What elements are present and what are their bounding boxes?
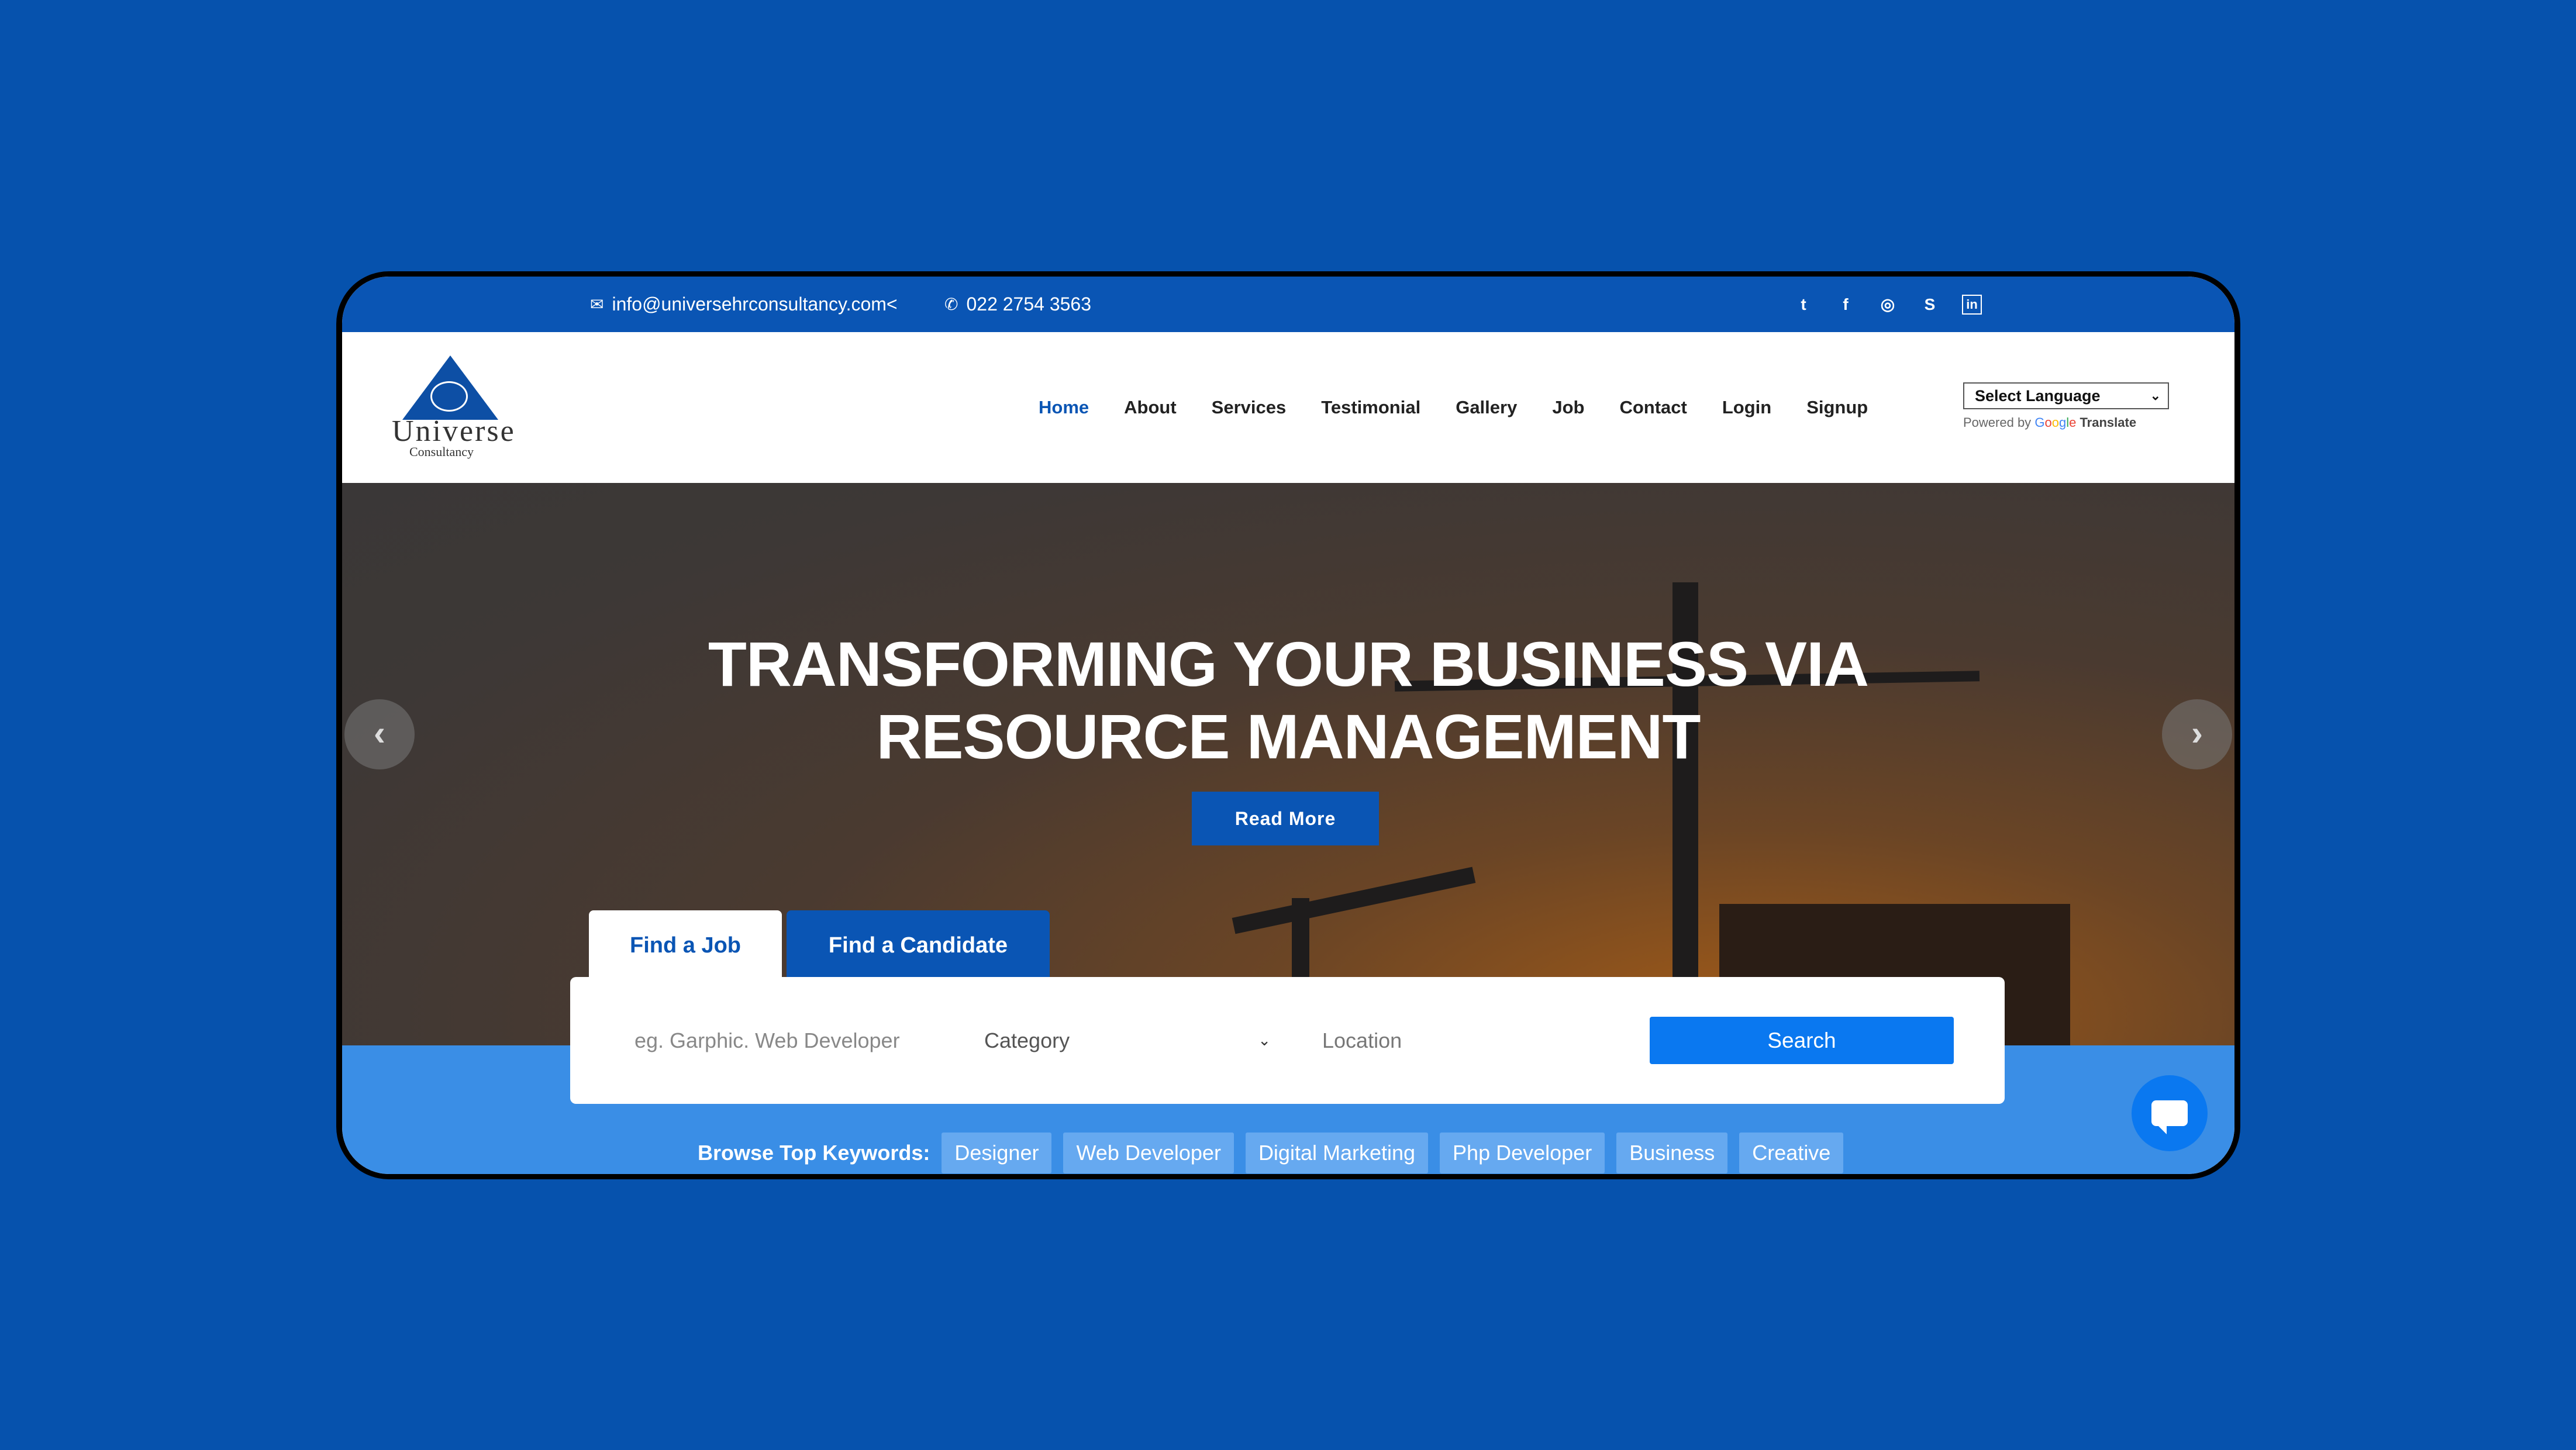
nav-testimonial[interactable]: Testimonial [1321,397,1420,418]
social-links: t f ◎ S in [1794,277,1982,332]
tab-find-a-candidate[interactable]: Find a Candidate [787,910,1050,981]
instagram-icon[interactable]: ◎ [1878,295,1898,315]
top-bar: ✉ info@universehrconsultancy.com< ✆ 022 … [342,277,2234,332]
nav-login[interactable]: Login [1722,397,1771,418]
chevron-down-icon: ⌄ [1258,1031,1271,1049]
hero-title: TRANSFORMING YOUR BUSINESS VIA RESOURCE … [342,628,2234,773]
keyword-tag[interactable]: Business [1616,1133,1728,1173]
logo-subtitle: Consultancy [409,444,474,459]
keyword-tag[interactable]: Php Developer [1440,1133,1605,1173]
powered-by: Powered by Google Translate [1963,415,2169,430]
keyword-tag[interactable]: Designer [942,1133,1052,1173]
nav-gallery[interactable]: Gallery [1456,397,1517,418]
hero-title-line2: RESOURCE MANAGEMENT [876,701,1701,772]
email-text: info@universehrconsultancy.com< [612,294,898,315]
top-keywords-label: Browse Top Keywords: [698,1141,930,1165]
nav-about[interactable]: About [1124,397,1177,418]
linkedin-icon[interactable]: in [1962,294,1982,315]
skype-icon[interactable]: S [1920,295,1940,315]
nav-home[interactable]: Home [1039,397,1089,418]
logo-wordmark: Universe [392,415,516,448]
category-select[interactable]: Category ⌄ [984,977,1271,1104]
main-navbar: Universe Consultancy Home About Services… [342,332,2234,483]
top-keywords: Browse Top Keywords: Designer Web Develo… [698,1133,1855,1173]
search-button[interactable]: Search [1650,1017,1954,1064]
device-frame: ✉ info@universehrconsultancy.com< ✆ 022 … [336,271,2240,1179]
site-logo[interactable]: Universe Consultancy [392,355,514,461]
crane-jib-small [1232,866,1476,934]
keyword-input[interactable]: eg. Garphic. Web Developer [634,977,921,1104]
chevron-left-icon[interactable]: ‹ [344,699,415,769]
mail-icon: ✉ [590,295,604,313]
nav-services[interactable]: Services [1212,397,1287,418]
read-more-button[interactable]: Read More [1192,792,1379,845]
facebook-icon[interactable]: f [1836,295,1856,315]
translate-link[interactable]: Translate [2080,415,2136,430]
phone-text: 022 2754 3563 [966,294,1092,315]
phone-contact[interactable]: ✆ 022 2754 3563 [944,277,1091,332]
keyword-tag[interactable]: Digital Marketing [1245,1133,1429,1173]
google-translate-widget: Select Language ⌄ Powered by Google Tran… [1963,382,2169,430]
main-menu: Home About Services Testimonial Gallery … [1039,332,1903,483]
chat-icon [2151,1100,2188,1134]
hero-slider: TRANSFORMING YOUR BUSINESS VIA RESOURCE … [342,483,2234,1045]
twitter-icon[interactable]: t [1794,295,1813,315]
email-contact[interactable]: ✉ info@universehrconsultancy.com< [590,277,898,332]
tab-find-a-job[interactable]: Find a Job [589,910,782,981]
language-select-label: Select Language [1975,387,2101,405]
chevron-down-icon: ⌄ [2150,388,2161,403]
keyword-tag[interactable]: Creative [1739,1133,1844,1173]
language-select[interactable]: Select Language ⌄ [1963,382,2169,409]
chevron-right-icon[interactable]: › [2162,699,2232,769]
nav-job[interactable]: Job [1552,397,1584,418]
powered-by-label: Powered by [1963,415,2032,430]
job-search-form: eg. Garphic. Web Developer Category ⌄ Lo… [570,977,2005,1104]
google-logo: Google [2034,415,2077,430]
phone-icon: ✆ [944,295,958,313]
location-input[interactable]: Location [1322,977,1402,1104]
chat-button[interactable] [2132,1075,2208,1151]
keyword-tag[interactable]: Web Developer [1063,1133,1234,1173]
hero-title-line1: TRANSFORMING YOUR BUSINESS VIA [708,629,1869,699]
category-select-label: Category [984,1028,1070,1052]
globe-icon [430,381,468,412]
nav-signup[interactable]: Signup [1806,397,1868,418]
website-screen: ✉ info@universehrconsultancy.com< ✆ 022 … [342,277,2234,1174]
nav-contact[interactable]: Contact [1619,397,1687,418]
